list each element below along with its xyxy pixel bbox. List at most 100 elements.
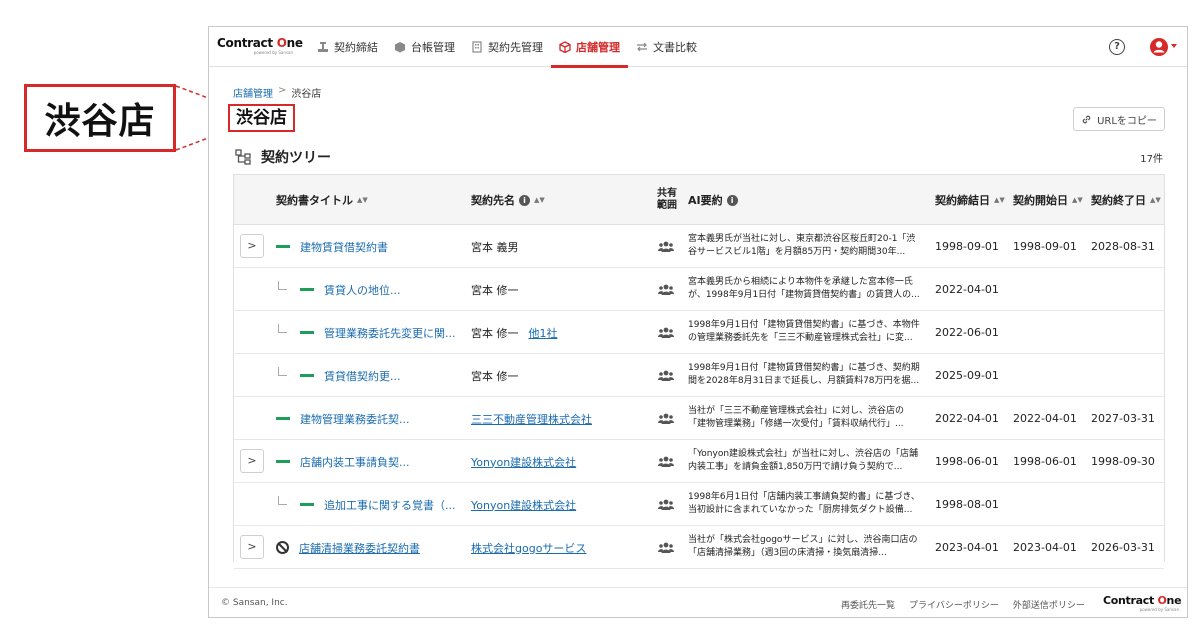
sort-icon: ▲▼ [534, 195, 545, 204]
chevron-down-icon[interactable] [1171, 44, 1177, 48]
sort-icon: ▲▼ [1072, 195, 1083, 204]
column-header-title[interactable]: 契約書タイトル ▲▼ [276, 175, 368, 225]
contract-title-link[interactable]: 店舗清掃業務委託契約書 [299, 540, 420, 556]
table-row[interactable]: 賃貸借契約更... 宮本 修一 1998年9月1日付「建物賃貸借契約書」に基づき、契… [234, 354, 1164, 397]
table-row[interactable]: 管理業務委託先変更に関... 宮本 修一 他1社 1998年9月1日付「建物賃貸借契約… [234, 311, 1164, 354]
end-date: 2027-03-31 [1091, 412, 1155, 425]
expand-row-button[interactable]: > [240, 449, 264, 473]
ai-summary-cell: 「Yonyon建設株式会社」が当社に対し、渋谷店の「店舗内装工事」を請負金額1,… [688, 440, 920, 483]
column-header-party[interactable]: 契約先名 i ▲▼ [471, 175, 545, 225]
tree-branch-line [278, 496, 287, 505]
nav-counterparty[interactable]: 契約先管理 [463, 27, 551, 67]
ai-summary-cell: 1998年6月1日付「店舗内装工事請負契約書」に基づき、当初設計に含まれていなか… [688, 483, 920, 526]
nav-store-management[interactable]: 店舗管理 [551, 27, 628, 68]
shared-scope-cell [658, 311, 674, 354]
info-icon[interactable]: i [519, 194, 530, 206]
party-name[interactable]: 株式会社gogoサービス [471, 540, 586, 556]
contract-title-link[interactable]: 店舗内装工事請負契... [300, 454, 410, 470]
contract-title-cell: 建物賃貸借契約書 [276, 225, 388, 268]
table-body: > 建物賃貸借契約書 宮本 義男 宮本義男氏が当社に対し、東京都渋谷区桜丘町20-1「… [234, 225, 1164, 569]
tree-marker-icon [300, 503, 314, 506]
people-icon [658, 542, 674, 553]
footer-link-subcontractors[interactable]: 再委託先一覧 [841, 598, 895, 611]
party-cell: 宮本 修一 [471, 354, 519, 397]
tree-branch-line [278, 281, 287, 290]
ai-summary-text: 当社が「三三不動産管理株式会社」に対し、渋谷店の「建物管理業務」「修繕一次受付」… [688, 405, 905, 429]
contract-title-link[interactable]: 管理業務委託先変更に関... [324, 325, 456, 341]
nav-document-compare[interactable]: 文書比較 [628, 27, 705, 67]
contract-title-cell: 店舗内装工事請負契... [276, 440, 410, 483]
footer-link-external-transmission-policy[interactable]: 外部送信ポリシー [1013, 598, 1085, 611]
breadcrumb-current: 渋谷店 [291, 89, 322, 100]
people-icon [658, 284, 674, 295]
party-name: 宮本 義男 [471, 240, 519, 254]
start-date: 1998-09-01 [1013, 240, 1077, 253]
contract-title-cell: 追加工事に関する覚書（... [300, 483, 456, 526]
breadcrumb-link-store-management[interactable]: 店舗管理 [233, 85, 273, 100]
ai-summary-cell: 当社が「三三不動産管理株式会社」に対し、渋谷店の「建物管理業務」「修繕一次受付」… [688, 397, 920, 440]
user-avatar-icon[interactable] [1149, 37, 1169, 57]
start-date: 2022-04-01 [1013, 412, 1077, 425]
contract-one-logo[interactable]: Contract One powered by Sansan [217, 37, 303, 59]
table-row[interactable]: > 店舗内装工事請負契... Yonyon建設株式会社 「Yonyon建設株式会社」が… [234, 440, 1164, 483]
tree-marker-icon [276, 460, 290, 463]
table-row[interactable]: > 建物賃貸借契約書 宮本 義男 宮本義男氏が当社に対し、東京都渋谷区桜丘町20-1「… [234, 225, 1164, 268]
people-icon [658, 241, 674, 252]
table-row[interactable]: 追加工事に関する覚書（... Yonyon建設株式会社 1998年6月1日付「店舗内… [234, 483, 1164, 526]
prohibited-icon [276, 541, 289, 554]
column-header-end-date[interactable]: 契約終了日 ▲▼ [1091, 175, 1161, 225]
table-row[interactable]: 建物管理業務委託契... 三三不動産管理株式会社 当社が「三三不動産管理株式会社」に… [234, 397, 1164, 440]
contract-title-link[interactable]: 賃貸借契約更... [324, 368, 401, 384]
store-box-icon [559, 41, 571, 53]
tree-marker-icon [276, 245, 290, 248]
contract-title-link[interactable]: 建物管理業務委託契... [300, 411, 410, 427]
contract-title-link[interactable]: 追加工事に関する覚書（... [324, 497, 456, 513]
party-others-link[interactable]: 他1社 [529, 325, 558, 341]
party-name[interactable]: Yonyon建設株式会社 [471, 454, 576, 470]
party-cell: 株式会社gogoサービス [471, 526, 586, 569]
contract-title-cell: 賃貸借契約更... [300, 354, 401, 397]
copy-url-button[interactable]: URLをコピー [1073, 107, 1165, 131]
table-row[interactable]: 賃貸人の地位... 宮本 修一 宮本義男氏から相続により本物件を承継した宮本修一氏が… [234, 268, 1164, 311]
signed-date: 1998-08-01 [935, 498, 999, 511]
table-row[interactable]: > 店舗清掃業務委託契約書 株式会社gogoサービス 当社が「株式会社gogoサービス… [234, 526, 1164, 569]
sort-icon: ▲▼ [1150, 195, 1161, 204]
tree-branch-line [278, 324, 287, 333]
expand-row-button[interactable]: > [240, 535, 264, 559]
tree-marker-icon [276, 417, 290, 420]
table-header: 契約書タイトル ▲▼ 契約先名 i ▲▼ 共有 範囲 AI要約 i 契約締結日 … [234, 175, 1164, 225]
contract-tree-table: 契約書タイトル ▲▼ 契約先名 i ▲▼ 共有 範囲 AI要約 i 契約締結日 … [233, 174, 1165, 569]
column-header-signed-date[interactable]: 契約締結日 ▲▼ [935, 175, 1005, 225]
party-name[interactable]: 三三不動産管理株式会社 [471, 411, 592, 427]
shared-scope-cell [658, 354, 674, 397]
contract-count: 17件 [1140, 154, 1163, 165]
party-name: 宮本 修一 [471, 326, 519, 340]
building-icon [472, 41, 482, 53]
main-nav: 契約締結 台帳管理 契約先管理 店舗管理 文書比較 [309, 27, 705, 68]
ai-summary-text: 宮本義男氏が当社に対し、東京都渋谷区桜丘町20-1「渋谷サービスビル1階」を月額… [688, 233, 916, 257]
shared-scope-cell [658, 440, 674, 483]
contract-title-link[interactable]: 賃貸人の地位... [324, 282, 401, 298]
party-cell: 宮本 修一 [471, 268, 519, 311]
signed-date: 2023-04-01 [935, 541, 999, 554]
ai-summary-cell: 宮本義男氏から相続により本物件を承継した宮本修一氏が、1998年9月1日付「建物… [688, 268, 920, 311]
ai-summary-cell: 当社が「株式会社gogoサービス」に対し、渋谷南口店の「店舗清掃業務」（週3回の… [688, 526, 920, 569]
nav-contract-sign[interactable]: 契約締結 [309, 27, 386, 67]
contract-title-link[interactable]: 建物賃貸借契約書 [300, 239, 388, 255]
expand-row-button[interactable]: > [240, 234, 264, 258]
ai-summary-text: 1998年6月1日付「店舗内装工事請負契約書」に基づき、当初設計に含まれていなか… [688, 491, 920, 515]
help-icon[interactable]: ? [1109, 39, 1125, 55]
info-icon[interactable]: i [726, 194, 738, 206]
party-cell: 三三不動産管理株式会社 [471, 397, 592, 440]
footer-link-privacy-policy[interactable]: プライバシーポリシー [909, 598, 999, 611]
section-title: 契約ツリー [261, 150, 331, 166]
party-name[interactable]: Yonyon建設株式会社 [471, 497, 576, 513]
end-date: 2026-03-31 [1091, 541, 1155, 554]
nav-ledger[interactable]: 台帳管理 [386, 27, 463, 67]
ai-summary-cell: 1998年9月1日付「建物賃貸借契約書」に基づき、契約期間を2028年8月31日… [688, 354, 920, 397]
footer-logo: Contract One powered by Sansan [1103, 594, 1182, 612]
link-icon [1082, 115, 1091, 123]
ai-summary-cell: 1998年9月1日付「建物賃貸借契約書」に基づき、本物件の管理業務委託先を「三三… [688, 311, 920, 354]
breadcrumb-separator: > [278, 85, 287, 96]
column-header-start-date[interactable]: 契約開始日 ▲▼ [1013, 175, 1083, 225]
